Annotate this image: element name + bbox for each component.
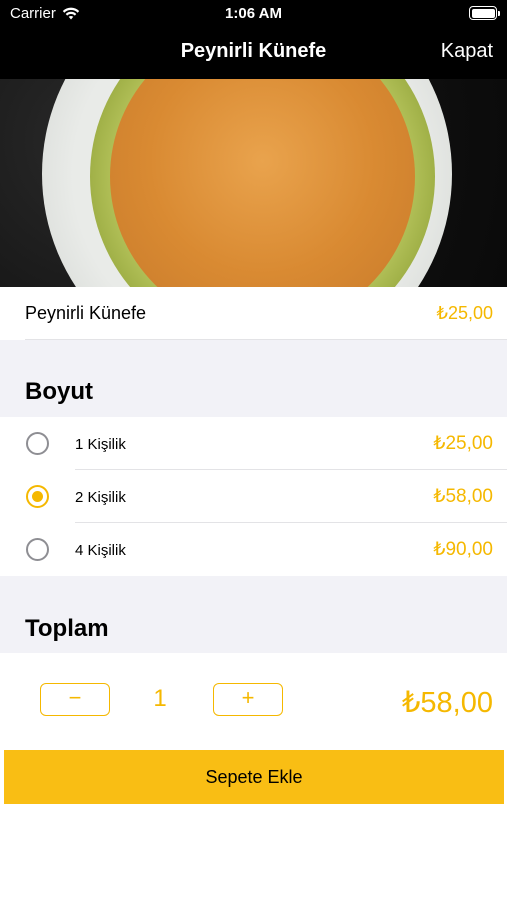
status-bar: Carrier 1:06 AM: [0, 0, 507, 28]
size-option-price: ₺25,00: [433, 433, 493, 454]
size-option-2[interactable]: 2 Kişilik ₺58,00: [0, 470, 507, 523]
quantity-value: 1: [153, 685, 167, 712]
decrease-quantity-button[interactable]: −: [40, 683, 110, 716]
total-section-title: Toplam: [25, 615, 109, 642]
product-image: [0, 79, 507, 287]
product-row: Peynirli Künefe ₺25,00: [0, 287, 507, 340]
size-section-title: Boyut: [25, 378, 93, 405]
close-button[interactable]: Kapat: [441, 40, 493, 63]
size-option-1[interactable]: 1 Kişilik ₺25,00: [0, 417, 507, 470]
size-option-4[interactable]: 4 Kişilik ₺90,00: [0, 523, 507, 576]
top-bar: Carrier 1:06 AM Peynirli Künefe Kapat: [0, 0, 507, 79]
page-title: Peynirli Künefe: [180, 40, 327, 62]
size-option-label: 4 Kişilik: [75, 542, 126, 559]
radio-button-icon[interactable]: [26, 538, 49, 561]
quantity-row: − 1 + ₺58,00: [0, 653, 507, 750]
kunefe-shape: [110, 79, 415, 287]
product-price: ₺25,00: [436, 303, 494, 323]
clock: 1:06 AM: [225, 5, 282, 22]
size-option-label: 1 Kişilik: [75, 436, 126, 453]
add-to-cart-button[interactable]: Sepete Ekle: [4, 750, 504, 804]
total-section-header: Toplam: [0, 576, 507, 653]
product-name: Peynirli Künefe: [25, 303, 147, 323]
size-option-label: 2 Kişilik: [75, 489, 126, 506]
size-option-price: ₺58,00: [433, 486, 493, 507]
size-option-price: ₺90,00: [433, 539, 493, 560]
total-price: ₺58,00: [401, 687, 493, 719]
radio-button-selected-icon[interactable]: [26, 485, 49, 508]
battery-icon: [469, 6, 500, 20]
increase-quantity-button[interactable]: +: [213, 683, 283, 716]
size-section-header: Boyut: [0, 340, 507, 417]
radio-button-icon[interactable]: [26, 432, 49, 455]
